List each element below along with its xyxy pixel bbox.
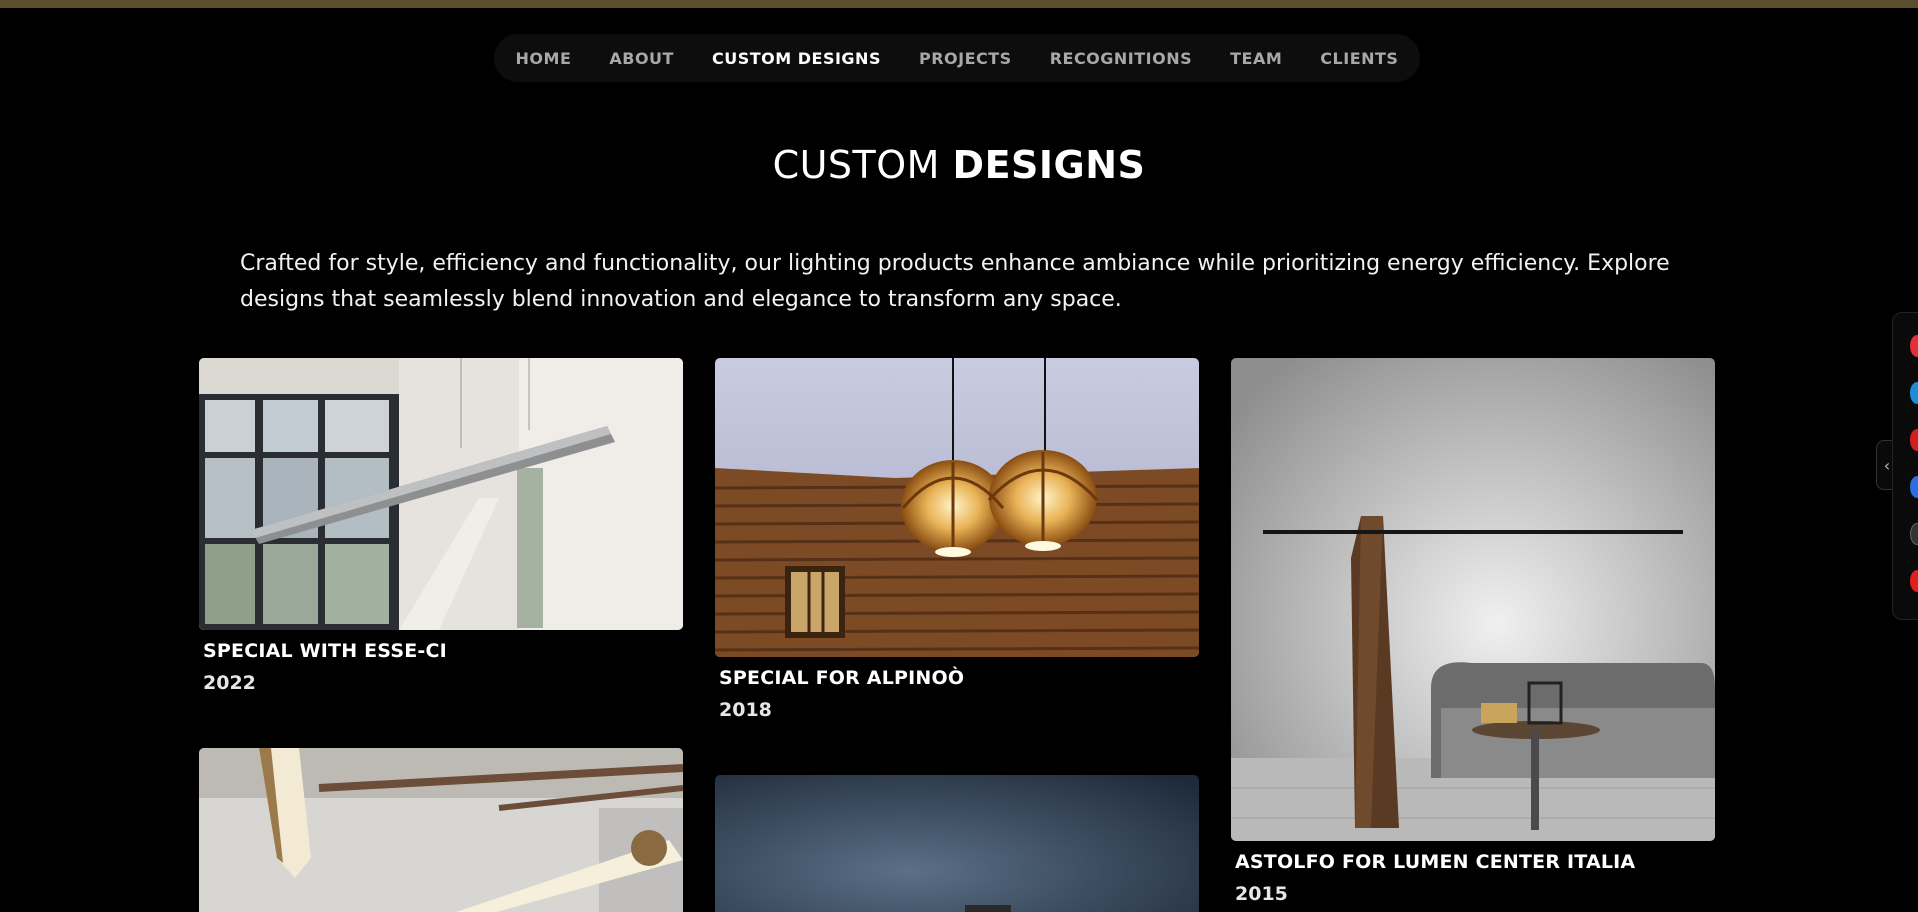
- social-icon-5[interactable]: [1910, 523, 1918, 545]
- nav-item-recognitions[interactable]: RECOGNITIONS: [1031, 49, 1211, 68]
- gallery-card[interactable]: SPECIAL WITH ESSE-CI 2022: [199, 358, 683, 694]
- nav-item-projects[interactable]: PROJECTS: [900, 49, 1031, 68]
- page-title: CUSTOM DESIGNS: [0, 143, 1918, 187]
- card-image-wooden-cage-pendants[interactable]: [715, 358, 1199, 657]
- chevron-left-icon: ‹: [1883, 455, 1891, 475]
- nav-item-custom-designs[interactable]: CUSTOM DESIGNS: [693, 49, 900, 68]
- gallery-card[interactable]: SPECIAL FOR ALPINOÒ 2018: [715, 358, 1199, 721]
- nav-item-team[interactable]: TEAM: [1211, 49, 1301, 68]
- card-image-tube-pendants[interactable]: [199, 748, 683, 912]
- card-image-linear-pendant[interactable]: [199, 358, 683, 630]
- top-accent-bar: [0, 0, 1918, 8]
- card-title: SPECIAL FOR ALPINOÒ: [719, 667, 965, 689]
- card-year: 2015: [1235, 883, 1288, 905]
- social-icon-4[interactable]: [1910, 476, 1918, 498]
- card-title: ASTOLFO FOR LUMEN CENTER ITALIA: [1235, 851, 1636, 873]
- gallery-card[interactable]: ASTOLFO FOR LUMEN CENTER ITALIA 2015: [1231, 358, 1715, 905]
- social-icon-1[interactable]: [1910, 335, 1918, 357]
- card-image-wooden-floor-lamp[interactable]: [1231, 358, 1715, 841]
- card-title: SPECIAL WITH ESSE-CI: [203, 640, 447, 662]
- page-title-light: CUSTOM: [772, 143, 940, 187]
- card-year: 2022: [203, 672, 256, 694]
- social-icon-6[interactable]: [1910, 570, 1918, 592]
- social-icon-3[interactable]: [1910, 429, 1918, 451]
- page-title-bold: DESIGNS: [952, 143, 1146, 187]
- card-year: 2018: [719, 699, 772, 721]
- gallery-card[interactable]: [199, 748, 683, 912]
- main-nav: HOME ABOUT CUSTOM DESIGNS PROJECTS RECOG…: [494, 34, 1420, 82]
- nav-item-home[interactable]: HOME: [497, 49, 591, 68]
- nav-item-clients[interactable]: CLIENTS: [1301, 49, 1417, 68]
- intro-paragraph: Crafted for style, efficiency and functi…: [240, 251, 1670, 312]
- social-icon-2[interactable]: [1910, 382, 1918, 404]
- card-image-dark-blue-lamp[interactable]: [715, 775, 1199, 912]
- nav-item-about[interactable]: ABOUT: [590, 49, 693, 68]
- gallery-card[interactable]: [715, 775, 1199, 912]
